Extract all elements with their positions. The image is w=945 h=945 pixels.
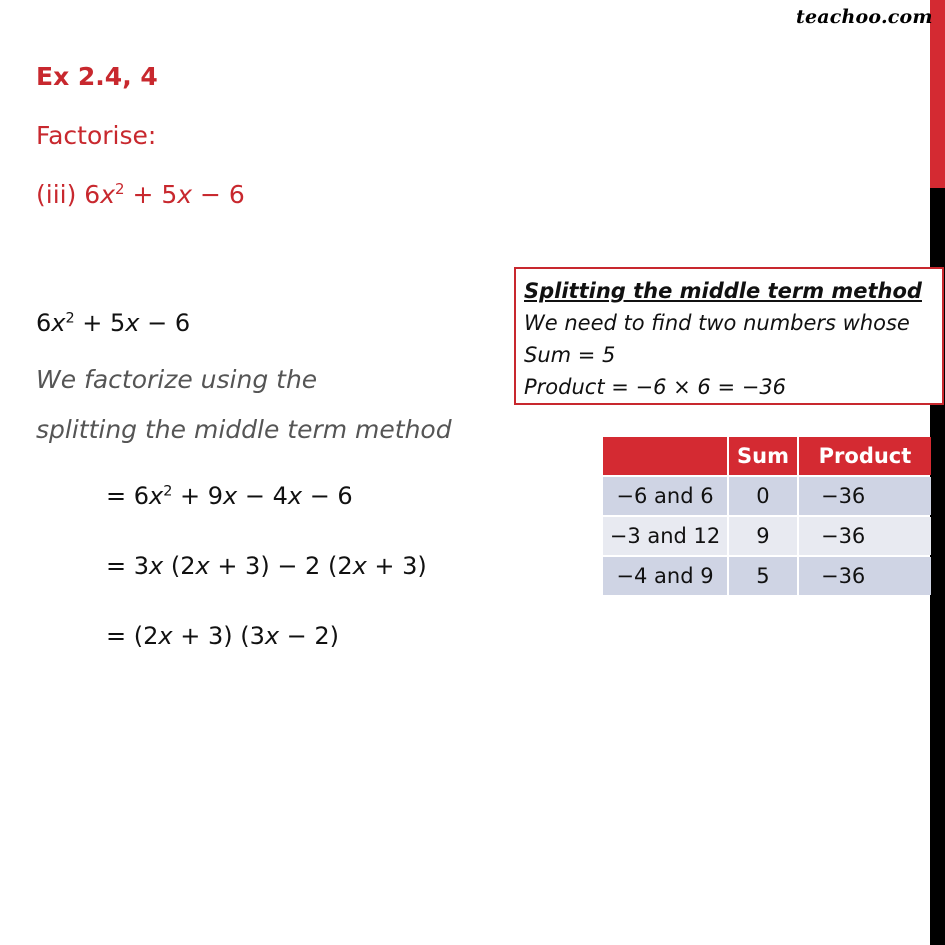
cell-sum: 5 bbox=[729, 557, 797, 595]
table-row: −6 and 6 0 −36 bbox=[603, 477, 931, 515]
method-box-line-1: We need to find two numbers whose bbox=[524, 311, 910, 335]
variable: x bbox=[287, 482, 303, 510]
exponent: 2 bbox=[115, 180, 125, 198]
cell-sum: 9 bbox=[729, 517, 797, 555]
cell-product: −36 bbox=[798, 517, 931, 555]
exercise-title: Ex 2.4, 4 bbox=[36, 62, 158, 91]
method-note-line-1: We factorize using the bbox=[36, 365, 318, 394]
step-part: = (2 bbox=[106, 622, 159, 650]
term: − 6 bbox=[192, 180, 245, 209]
step-part: + 3) (3 bbox=[172, 622, 265, 650]
step-part: − 2) bbox=[279, 622, 340, 650]
solution-expression: 6x2 + 5x − 6 bbox=[36, 309, 190, 337]
step-part: + 9 bbox=[172, 482, 224, 510]
step-part: (2 bbox=[163, 552, 196, 580]
sidebar-accent-red bbox=[930, 0, 945, 188]
step-part: = 3 bbox=[106, 552, 150, 580]
variable: x bbox=[125, 309, 140, 337]
step-part: + 3) − 2 (2 bbox=[209, 552, 353, 580]
pairs-table: Sum Product −6 and 6 0 −36 −3 and 12 9 −… bbox=[601, 435, 933, 597]
step-part: = 6 bbox=[106, 482, 150, 510]
method-box-line-3: Product = −6 × 6 = −36 bbox=[524, 375, 787, 399]
exponent: 2 bbox=[65, 310, 75, 327]
variable: x bbox=[195, 552, 210, 580]
variable: x bbox=[264, 622, 280, 650]
question-expression: (iii) 6x2 + 5x − 6 bbox=[36, 180, 245, 209]
method-box: Splitting the middle term method We need… bbox=[514, 267, 944, 405]
instruction-text: Factorise: bbox=[36, 121, 157, 150]
cell-product: −36 bbox=[798, 477, 931, 515]
cell-pair: −3 and 12 bbox=[603, 517, 727, 555]
term: + 5 bbox=[124, 180, 178, 209]
cell-pair: −4 and 9 bbox=[603, 557, 727, 595]
term: + 5 bbox=[74, 309, 126, 337]
solution-step-2: = 3x (2x + 3) − 2 (2x + 3) bbox=[106, 552, 427, 580]
step-part: + 3) bbox=[366, 552, 427, 580]
step-part: − 6 bbox=[302, 482, 353, 510]
teachoo-logo: teachoo.com bbox=[796, 6, 933, 28]
header-pair bbox=[603, 437, 727, 475]
header-sum: Sum bbox=[729, 437, 797, 475]
table-header-row: Sum Product bbox=[603, 437, 931, 475]
cell-pair: −6 and 6 bbox=[603, 477, 727, 515]
solution-step-1: = 6x2 + 9x − 4x − 6 bbox=[106, 482, 353, 510]
variable: x bbox=[149, 552, 164, 580]
method-box-line-2: Sum = 5 bbox=[524, 343, 616, 367]
variable: x bbox=[158, 622, 173, 650]
variable: x bbox=[223, 482, 238, 510]
table-row: −3 and 12 9 −36 bbox=[603, 517, 931, 555]
part-label: (iii) bbox=[36, 180, 85, 209]
exponent: 2 bbox=[163, 483, 173, 500]
variable: x bbox=[100, 180, 115, 209]
step-part: − 4 bbox=[237, 482, 288, 510]
method-note-line-2: splitting the middle term method bbox=[36, 415, 452, 444]
solution-step-3: = (2x + 3) (3x − 2) bbox=[106, 622, 339, 650]
variable: x bbox=[177, 180, 193, 209]
term: − 6 bbox=[139, 309, 191, 337]
coef: 6 bbox=[36, 309, 52, 337]
method-box-heading: Splitting the middle term method bbox=[524, 279, 922, 303]
table-row: −4 and 9 5 −36 bbox=[603, 557, 931, 595]
variable: x bbox=[149, 482, 164, 510]
variable: x bbox=[352, 552, 367, 580]
variable: x bbox=[51, 309, 66, 337]
coef: 6 bbox=[84, 180, 101, 209]
cell-product: −36 bbox=[798, 557, 931, 595]
header-product: Product bbox=[798, 437, 931, 475]
cell-sum: 0 bbox=[729, 477, 797, 515]
